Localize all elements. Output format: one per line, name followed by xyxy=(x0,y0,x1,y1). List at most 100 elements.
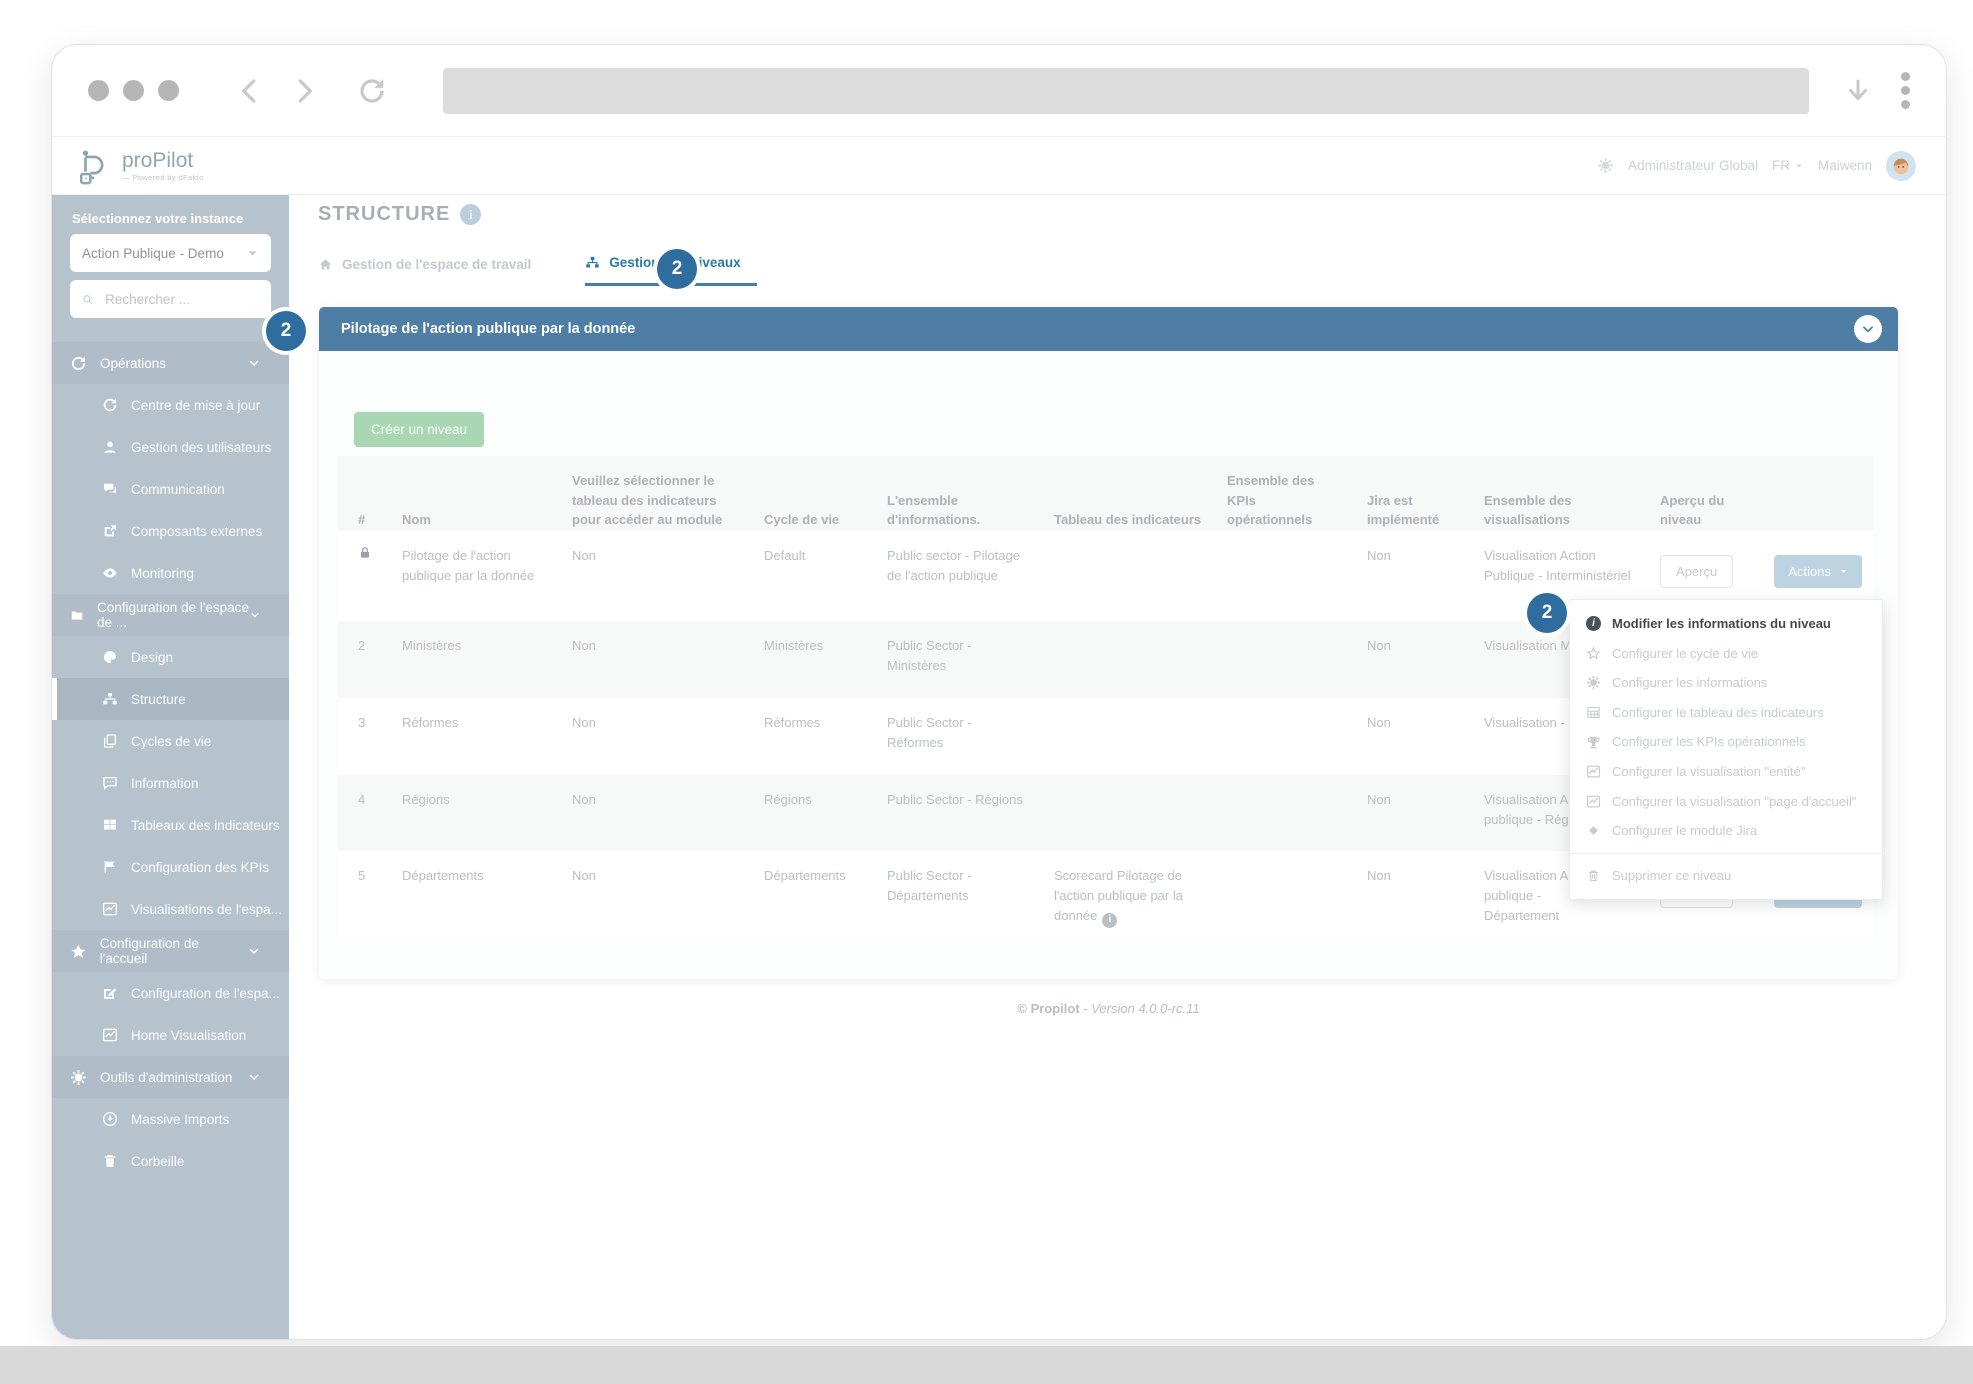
section-label: Configuration de l'espace de ... xyxy=(97,600,249,630)
collapse-icon[interactable] xyxy=(1854,315,1882,343)
section-label: Opérations xyxy=(100,355,167,371)
table-icon xyxy=(1586,705,1601,720)
avatar[interactable] xyxy=(1886,150,1916,181)
sidebar-item-tableaux-indicateurs[interactable]: Tableaux des indicateurs xyxy=(52,804,289,846)
sidebar-section-configuration-accueil[interactable]: Configuration de l'accueil xyxy=(52,930,289,972)
sidebar-item-home-visualisation[interactable]: Home Visualisation xyxy=(52,1014,289,1056)
user-icon xyxy=(102,439,118,455)
cell-module: Non xyxy=(572,792,596,807)
cell-jira: Non xyxy=(1367,638,1391,653)
home-icon xyxy=(318,257,333,272)
cell-num: 4 xyxy=(358,792,366,807)
sidebar-item-communication[interactable]: Communication xyxy=(52,468,289,510)
sidebar-item-monitoring[interactable]: Monitoring xyxy=(52,552,289,594)
actions-button[interactable]: Actions xyxy=(1774,555,1862,588)
main-content: STRUCTURE i Gestion de l'espace de trava… xyxy=(266,195,1946,1339)
comment-icon xyxy=(102,775,118,791)
sidebar-search[interactable] xyxy=(70,280,271,318)
search-input[interactable] xyxy=(103,290,259,308)
cell-infos: Public sector - Pilotage de l'action pub… xyxy=(887,548,1020,584)
apercu-button[interactable]: Aperçu xyxy=(1660,555,1734,588)
browser-chrome xyxy=(52,45,1946,137)
back-icon[interactable] xyxy=(235,76,265,106)
create-level-button[interactable]: Créer un niveau xyxy=(354,412,485,447)
menu-item-configurer-informations[interactable]: Configurer les informations xyxy=(1570,668,1882,698)
sidebar-item-composants-externes[interactable]: Composants externes xyxy=(52,510,289,552)
level-panel-title: Pilotage de l'action publique par la don… xyxy=(341,321,636,337)
user-role[interactable]: Administrateur Global xyxy=(1628,158,1758,173)
menu-item-configurer-kpis[interactable]: Configurer les KPIs opérationnels xyxy=(1570,727,1882,757)
sidebar-section-outils-administration[interactable]: Outils d'administration xyxy=(52,1056,289,1098)
menu-item-configurer-visualisation-entite[interactable]: Configurer la visualisation "entité" xyxy=(1570,757,1882,787)
sidebar-item-information[interactable]: Information xyxy=(52,762,289,804)
cell-kpis xyxy=(1227,775,1367,851)
instance-select[interactable]: Action Publique - Demo xyxy=(70,234,271,272)
chevron-down-icon xyxy=(250,609,260,621)
edit-icon xyxy=(102,985,118,1001)
menu-item-supprimer-niveau[interactable]: Supprimer ce niveau xyxy=(1570,861,1882,891)
sidebar-item-centre-mise-a-jour[interactable]: Centre de mise à jour xyxy=(52,384,289,426)
window-controls xyxy=(88,80,179,101)
cell-num: 5 xyxy=(358,868,366,883)
app-header: proPilot — Powered by dFakto Administrat… xyxy=(52,137,1946,195)
sidebar-item-configuration-kpis[interactable]: Configuration des KPIs xyxy=(52,846,289,888)
cell-cycle: Départements xyxy=(764,868,846,883)
menu-separator xyxy=(1570,852,1882,854)
menu-item-configurer-module-jira[interactable]: Configurer le module Jira xyxy=(1570,816,1882,846)
sidebar-item-cycles-de-vie[interactable]: Cycles de vie xyxy=(52,720,289,762)
menu-item-configurer-cycle-de-vie[interactable]: Configurer le cycle de vie xyxy=(1570,639,1882,669)
forward-icon[interactable] xyxy=(289,76,319,106)
window-control-dot[interactable] xyxy=(123,80,144,101)
window-control-dot[interactable] xyxy=(158,80,179,101)
col-module: Veuillez sélectionner le tableau des ind… xyxy=(572,473,723,527)
tab-gestion-espace-travail[interactable]: Gestion de l'espace de travail xyxy=(318,251,537,286)
sidebar-item-gestion-utilisateurs[interactable]: Gestion des utilisateurs xyxy=(52,426,289,468)
caret-down-icon xyxy=(246,247,259,260)
sidebar-item-massive-imports[interactable]: Massive Imports xyxy=(52,1098,289,1140)
sidebar-section-operations[interactable]: Opérations xyxy=(52,342,289,384)
language-selector[interactable]: FR xyxy=(1772,158,1804,173)
level-panel-header[interactable]: Pilotage de l'action publique par la don… xyxy=(319,307,1898,351)
actions-dropdown-menu: i Modifier les informations du niveau Co… xyxy=(1569,599,1883,901)
col-apercu: Aperçu du niveau xyxy=(1660,492,1725,528)
eye-icon xyxy=(102,565,118,581)
chart-icon xyxy=(1586,764,1601,779)
sidebar-item-configuration-espace-accueil[interactable]: Configuration de l'espa... xyxy=(52,972,289,1014)
cell-module: Non xyxy=(572,715,596,730)
reload-icon[interactable] xyxy=(357,76,387,106)
diamond-icon xyxy=(1586,823,1601,838)
sidebar-section-configuration-espace[interactable]: Configuration de l'espace de ... xyxy=(52,594,289,636)
chevron-down-icon xyxy=(248,357,260,369)
chat-icon xyxy=(102,481,118,497)
star-icon xyxy=(70,943,87,960)
menu-item-configurer-visualisation-accueil[interactable]: Configurer la visualisation "page d'accu… xyxy=(1570,787,1882,817)
col-infos: L'ensemble d'informations. xyxy=(887,492,981,528)
brand-name: proPilot xyxy=(122,148,194,172)
info-icon[interactable]: i xyxy=(460,204,482,225)
propilot-logo-icon xyxy=(76,147,114,185)
cell-tableau xyxy=(1054,621,1227,698)
sidebar-item-visualisations-espace[interactable]: Visualisations de l'espa... xyxy=(52,888,289,930)
chevron-down-icon xyxy=(248,1071,260,1083)
cell-kpis xyxy=(1227,851,1367,938)
sidebar-item-design[interactable]: Design xyxy=(52,636,289,678)
cell-cycle: Ministères xyxy=(764,638,824,653)
address-bar[interactable] xyxy=(443,67,1809,114)
star-icon xyxy=(1586,646,1601,661)
sidebar-item-corbeille[interactable]: Corbeille xyxy=(52,1140,289,1182)
menu-item-modifier-informations[interactable]: i Modifier les informations du niveau xyxy=(1570,609,1882,639)
cell-tableau: Scorecard Pilotage de l'action publique … xyxy=(1054,851,1227,938)
browser-menu-icon[interactable] xyxy=(1901,72,1910,109)
window-control-dot[interactable] xyxy=(88,80,109,101)
sidebar-nav: Opérations Centre de mise à jour Gestion… xyxy=(52,342,289,1182)
chevron-down-icon xyxy=(248,945,260,957)
annotation-badge: 2 xyxy=(1527,593,1567,633)
menu-item-configurer-tableau-indicateurs[interactable]: Configurer le tableau des indicateurs xyxy=(1570,698,1882,728)
download-icon[interactable] xyxy=(1843,76,1873,106)
info-icon[interactable]: i xyxy=(1102,912,1118,928)
brand-logo[interactable]: proPilot — Powered by dFakto xyxy=(76,147,204,185)
chart-icon xyxy=(102,1027,118,1043)
sidebar-item-structure[interactable]: Structure xyxy=(52,678,289,720)
cell-tableau xyxy=(1054,531,1227,621)
user-name[interactable]: Maiwenn xyxy=(1818,158,1872,173)
